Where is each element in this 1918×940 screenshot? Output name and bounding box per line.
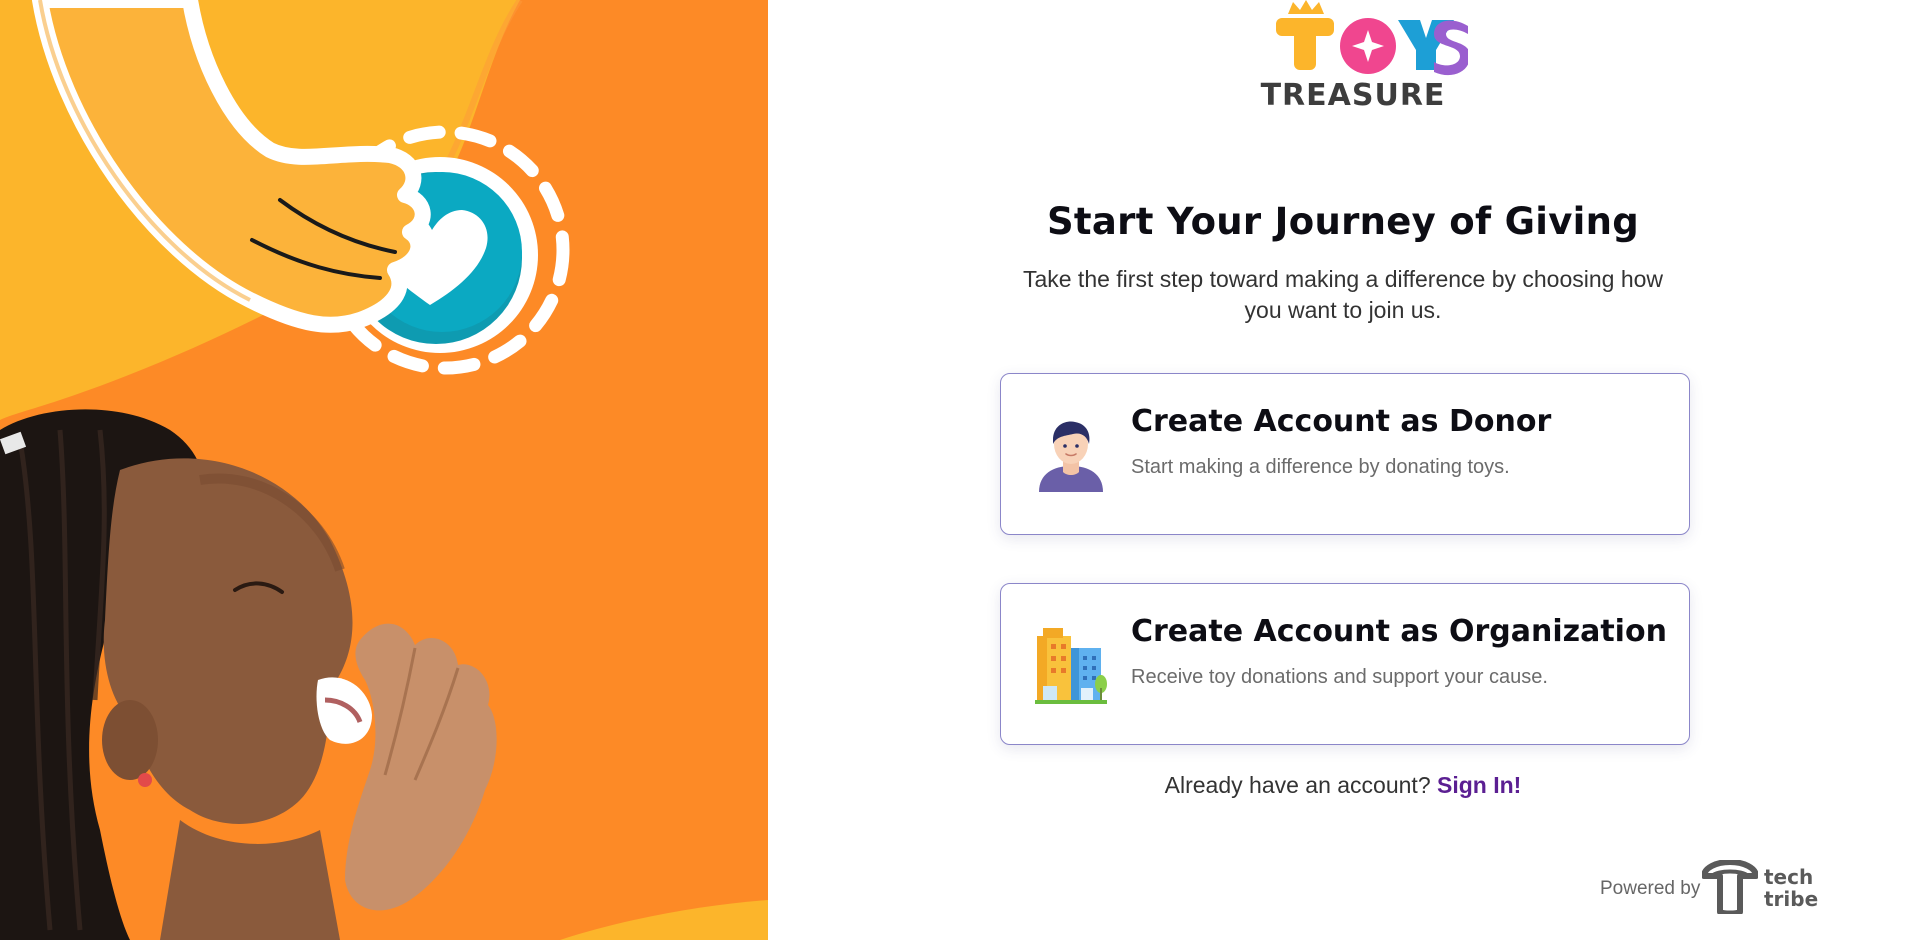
powered-by-label: Powered by	[1600, 878, 1701, 899]
tech-tribe-line2: tribe	[1764, 887, 1819, 911]
signin-prompt-text: Already have an account?	[1164, 772, 1431, 798]
organization-option-title: Create Account as Organization	[1131, 614, 1667, 649]
toys-treasure-logo: TREASURE	[1238, 0, 1470, 113]
signup-panel: TREASURE Start Your Journey of Giving Ta…	[768, 0, 1918, 940]
tech-tribe-logo-icon	[1701, 859, 1759, 917]
page-subtitle: Take the first step toward making a diff…	[1022, 266, 1664, 323]
create-organization-account-button[interactable]: Create Account as Organization Receive t…	[1000, 583, 1690, 745]
page-title: Start Your Journey of Giving	[1046, 200, 1640, 243]
organization-option-description: Receive toy donations and support your c…	[1131, 666, 1548, 688]
donor-option-title: Create Account as Donor	[1131, 404, 1552, 439]
donor-option-description: Start making a difference by donating to…	[1131, 456, 1510, 478]
building-icon	[1035, 626, 1107, 704]
svg-text:TREASURE: TREASURE	[1261, 78, 1446, 112]
signin-prompt: Already have an account? Sign In!	[768, 772, 1918, 799]
sign-in-link[interactable]: Sign In!	[1437, 772, 1521, 798]
powered-by-footer: Powered by tech tribe	[1600, 859, 1860, 917]
hero-image	[0, 0, 768, 940]
person-avatar-icon	[1035, 416, 1107, 494]
tech-tribe-line1: tech	[1764, 865, 1814, 889]
tech-tribe-wordmark: tech tribe	[1764, 866, 1818, 910]
create-donor-account-button[interactable]: Create Account as Donor Start making a d…	[1000, 373, 1690, 535]
